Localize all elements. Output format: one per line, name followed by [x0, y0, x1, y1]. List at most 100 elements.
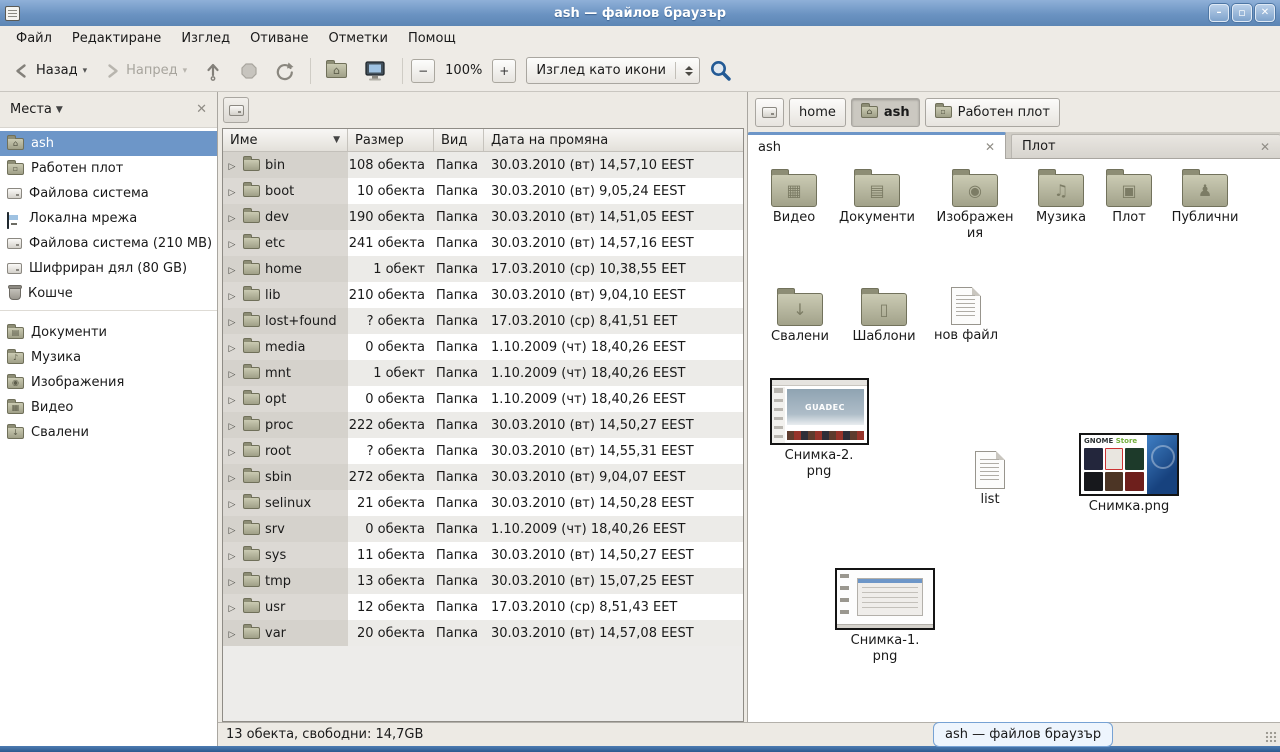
table-row[interactable]: sys11 обектаПапка30.03.2010 (вт) 14,50,2… — [223, 542, 743, 568]
expander-icon[interactable] — [226, 366, 238, 381]
expander-icon[interactable] — [226, 314, 238, 329]
table-row[interactable]: var20 обектаПапка30.03.2010 (вт) 14,57,0… — [223, 620, 743, 646]
breadcrumb-home-button[interactable]: home — [789, 98, 846, 127]
table-row[interactable]: srv0 обектаПапка1.10.2009 (чт) 18,40,26 … — [223, 516, 743, 542]
expander-icon[interactable] — [226, 210, 238, 225]
sidebar-item-video[interactable]: ▦ Видео — [0, 395, 217, 420]
table-row[interactable]: lost+found? обектаПапка17.03.2010 (ср) 8… — [223, 308, 743, 334]
expander-icon[interactable] — [226, 340, 238, 355]
sidebar-item-encrypted-80gb[interactable]: Шифриран дял (80 GB) — [0, 256, 217, 281]
sidebar-item-filesystem[interactable]: Файлова система — [0, 181, 217, 206]
up-button[interactable] — [196, 55, 230, 87]
folder-item-desktop[interactable]: ▣ Плот — [1087, 167, 1171, 226]
table-row[interactable]: proc222 обектаПапка30.03.2010 (вт) 14,50… — [223, 412, 743, 438]
sidebar-title[interactable]: Места — [10, 102, 52, 117]
menu-view[interactable]: Изглед — [171, 29, 240, 48]
folder-item-video[interactable]: ▦ Видео — [752, 167, 836, 226]
search-button[interactable] — [702, 55, 740, 87]
sidebar-item-desktop[interactable]: ▫ Работен плот — [0, 156, 217, 181]
home-button[interactable]: ⌂ — [319, 55, 354, 87]
file-item-list[interactable]: list — [948, 447, 1032, 508]
forward-button[interactable]: Напред ▾ — [96, 55, 194, 87]
table-row[interactable]: boot10 обектаПапка30.03.2010 (вт) 9,05,2… — [223, 178, 743, 204]
menu-help[interactable]: Помощ — [398, 29, 466, 48]
sidebar-item-network[interactable]: Локална мрежа — [0, 206, 217, 231]
column-header-size[interactable]: Размер — [348, 129, 434, 151]
table-row[interactable]: root? обектаПапка30.03.2010 (вт) 14,55,3… — [223, 438, 743, 464]
sidebar-item-home[interactable]: ⌂ ash — [0, 131, 217, 156]
breadcrumb-root-button[interactable] — [755, 98, 784, 127]
tab-ash[interactable]: ash ✕ — [748, 132, 1006, 159]
folder-item-templates[interactable]: ▯ Шаблони — [842, 286, 926, 345]
titlebar[interactable]: ash — файлов браузър — [0, 0, 1280, 26]
expander-icon[interactable] — [226, 288, 238, 303]
back-button[interactable]: Назад ▾ — [6, 55, 94, 87]
chevron-down-icon[interactable]: ▼ — [56, 105, 63, 115]
expander-icon[interactable] — [226, 600, 238, 615]
expander-icon[interactable] — [226, 444, 238, 459]
folder-item-downloads[interactable]: ↓ Свалени — [758, 286, 842, 345]
folder-item-public[interactable]: ♟ Публични — [1160, 167, 1250, 226]
expander-icon[interactable] — [226, 262, 238, 277]
expander-icon[interactable] — [226, 470, 238, 485]
expander-icon[interactable] — [226, 548, 238, 563]
icon-view[interactable]: ▦ Видео ▤ Документи ◉ Изображения ♫ — [748, 159, 1280, 722]
table-row[interactable]: usr12 обектаПапка17.03.2010 (ср) 8,51,43… — [223, 594, 743, 620]
table-row[interactable]: home1 обектПапка17.03.2010 (ср) 10,38,55… — [223, 256, 743, 282]
sidebar-item-music[interactable]: ♪ Музика — [0, 345, 217, 370]
menu-bookmarks[interactable]: Отметки — [318, 29, 397, 48]
tab-close-icon[interactable]: ✕ — [1260, 140, 1270, 154]
folder-item-documents[interactable]: ▤ Документи — [833, 167, 921, 226]
zoom-in-button[interactable]: + — [492, 59, 516, 83]
expander-icon[interactable] — [226, 574, 238, 589]
expander-icon[interactable] — [226, 496, 238, 511]
column-header-name[interactable]: Име ▼ — [223, 129, 348, 151]
expander-icon[interactable] — [226, 184, 238, 199]
close-button[interactable] — [1255, 4, 1275, 22]
stop-button[interactable] — [232, 55, 266, 87]
expander-icon[interactable] — [226, 522, 238, 537]
expander-icon[interactable] — [226, 392, 238, 407]
image-item-shot2[interactable]: GUADEC Снимка-2.png — [761, 378, 877, 480]
back-dropdown-icon[interactable]: ▾ — [83, 66, 88, 76]
sidebar-close-icon[interactable]: ✕ — [196, 102, 207, 117]
table-row[interactable]: sbin272 обектаПапка30.03.2010 (вт) 9,04,… — [223, 464, 743, 490]
tab-plot[interactable]: Плот ✕ — [1011, 134, 1280, 158]
expander-icon[interactable] — [226, 158, 238, 173]
view-mode-select[interactable]: Изглед като икони — [526, 57, 700, 84]
image-item-shot[interactable]: GNOME Store Снимка.png — [1073, 433, 1185, 515]
resize-grip[interactable] — [1265, 731, 1278, 744]
zoom-out-button[interactable]: − — [411, 59, 435, 83]
expander-icon[interactable] — [226, 236, 238, 251]
menu-edit[interactable]: Редактиране — [62, 29, 171, 48]
breadcrumb-current-button[interactable]: ⌂ ash — [851, 98, 920, 127]
table-row[interactable]: opt0 обектаПапка1.10.2009 (чт) 18,40,26 … — [223, 386, 743, 412]
image-item-shot1[interactable]: Снимка-1.png — [829, 568, 941, 665]
folder-item-pictures[interactable]: ◉ Изображения — [929, 167, 1021, 242]
table-row[interactable]: mnt1 обектПапка1.10.2009 (чт) 18,40,26 E… — [223, 360, 743, 386]
expander-icon[interactable] — [226, 626, 238, 641]
table-row[interactable]: media0 обектаПапка1.10.2009 (чт) 18,40,2… — [223, 334, 743, 360]
sidebar-item-documents[interactable]: ▤ Документи — [0, 320, 217, 345]
table-row[interactable]: dev190 обектаПапка30.03.2010 (вт) 14,51,… — [223, 204, 743, 230]
menu-go[interactable]: Отиване — [240, 29, 318, 48]
menu-file[interactable]: Файл — [6, 29, 62, 48]
sidebar-item-downloads[interactable]: ↓ Свалени — [0, 420, 217, 445]
maximize-button[interactable] — [1232, 4, 1252, 22]
sidebar-item-pictures[interactable]: ◉ Изображения — [0, 370, 217, 395]
expander-icon[interactable] — [226, 418, 238, 433]
table-row[interactable]: bin108 обектаПапка30.03.2010 (вт) 14,57,… — [223, 152, 743, 178]
file-item-newfile[interactable]: нов файл — [924, 283, 1008, 344]
table-row[interactable]: selinux21 обектаПапка30.03.2010 (вт) 14,… — [223, 490, 743, 516]
table-row[interactable]: tmp13 обектаПапка30.03.2010 (вт) 15,07,2… — [223, 568, 743, 594]
tree-root-button[interactable] — [223, 97, 249, 123]
table-row[interactable]: etc241 обектаПапка30.03.2010 (вт) 14,57,… — [223, 230, 743, 256]
computer-button[interactable] — [356, 55, 394, 87]
table-row[interactable]: lib210 обектаПапка30.03.2010 (вт) 9,04,1… — [223, 282, 743, 308]
sidebar-item-volume-210mb[interactable]: Файлова система (210 MB) — [0, 231, 217, 256]
column-header-type[interactable]: Вид — [434, 129, 484, 151]
reload-button[interactable] — [268, 55, 302, 87]
column-header-date[interactable]: Дата на промяна — [484, 129, 743, 151]
tab-close-icon[interactable]: ✕ — [985, 140, 995, 154]
minimize-button[interactable] — [1209, 4, 1229, 22]
